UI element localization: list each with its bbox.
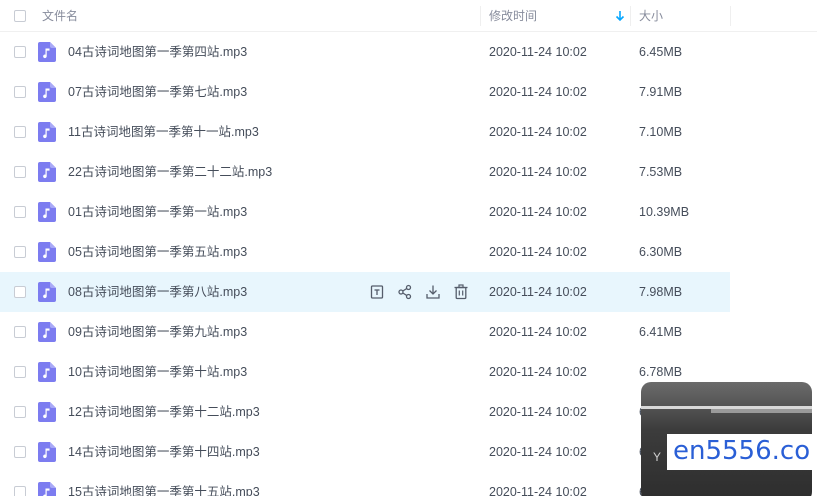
row-checkbox[interactable]: [14, 486, 26, 496]
file-modified-time: 2020-11-24 10:02: [489, 405, 587, 419]
music-file-icon: [38, 122, 56, 142]
file-row[interactable]: 09古诗词地图第一季第九站.mp3 2020-11-24 10:02 6.41M…: [0, 312, 730, 352]
watermark-overlay: Y en5556.com: [641, 382, 812, 496]
file-row[interactable]: 22古诗词地图第一季第二十二站.mp3 2020-11-24 10:02 7.5…: [0, 152, 730, 192]
file-name[interactable]: 22古诗词地图第一季第二十二站.mp3: [68, 152, 272, 192]
file-modified-time: 2020-11-24 10:02: [489, 445, 587, 459]
file-size: 7.53MB: [639, 165, 683, 179]
music-file-icon: [38, 482, 56, 496]
row-checkbox[interactable]: [14, 246, 26, 258]
select-all-checkbox[interactable]: [14, 10, 26, 22]
file-name[interactable]: 14古诗词地图第一季第十四站.mp3: [68, 432, 260, 472]
music-file-icon: [38, 162, 56, 182]
file-row[interactable]: 04古诗词地图第一季第四站.mp3 2020-11-24 10:02 6.45M…: [0, 32, 730, 72]
file-name[interactable]: 04古诗词地图第一季第四站.mp3: [68, 32, 247, 72]
file-size: 6.41MB: [639, 325, 683, 339]
music-file-icon: [38, 442, 56, 462]
file-size: 10.39MB: [639, 205, 690, 219]
arrow-down-icon[interactable]: [614, 10, 626, 22]
row-checkbox[interactable]: [14, 46, 26, 58]
column-divider[interactable]: [480, 6, 481, 26]
open-icon[interactable]: [368, 283, 386, 301]
file-row[interactable]: 14古诗词地图第一季第十四站.mp3 2020-11-24 10:02 6: [0, 432, 730, 472]
file-modified-time: 2020-11-24 10:02: [489, 285, 587, 299]
file-row[interactable]: 11古诗词地图第一季第十一站.mp3 2020-11-24 10:02 7.10…: [0, 112, 730, 152]
file-modified-time: 2020-11-24 10:02: [489, 365, 587, 379]
file-modified-time: 2020-11-24 10:02: [489, 125, 587, 139]
file-size: 6.45MB: [639, 45, 683, 59]
music-file-icon: [38, 242, 56, 262]
file-name[interactable]: 15古诗词地图第一季第十五站.mp3: [68, 472, 260, 496]
file-modified-time: 2020-11-24 10:02: [489, 205, 587, 219]
row-checkbox[interactable]: [14, 166, 26, 178]
column-header-size[interactable]: 大小: [639, 0, 663, 32]
file-modified-time: 2020-11-24 10:02: [489, 85, 587, 99]
watermark-text: en5556.com: [667, 434, 812, 470]
file-name[interactable]: 05古诗词地图第一季第五站.mp3: [68, 232, 247, 272]
row-checkbox[interactable]: [14, 126, 26, 138]
file-size: 7.91MB: [639, 85, 683, 99]
music-file-icon: [38, 82, 56, 102]
file-size: 7.98MB: [639, 285, 683, 299]
row-checkbox[interactable]: [14, 406, 26, 418]
column-divider[interactable]: [630, 6, 631, 26]
share-icon[interactable]: [396, 283, 414, 301]
file-name[interactable]: 08古诗词地图第一季第八站.mp3: [68, 272, 247, 312]
file-row[interactable]: 08古诗词地图第一季第八站.mp3 2020-11-24 10:02 7.98M…: [0, 272, 730, 312]
music-file-icon: [38, 402, 56, 422]
file-modified-time: 2020-11-24 10:02: [489, 485, 587, 496]
delete-icon[interactable]: [452, 283, 470, 301]
row-checkbox[interactable]: [14, 86, 26, 98]
column-divider[interactable]: [730, 6, 731, 26]
file-name[interactable]: 10古诗词地图第一季第十站.mp3: [68, 352, 247, 392]
file-list-header: 文件名 修改时间 大小: [0, 0, 817, 32]
row-checkbox[interactable]: [14, 366, 26, 378]
file-size: 6.30MB: [639, 245, 683, 259]
file-list: 文件名 修改时间 大小 04古诗词地图第一季第四站.mp3 2020-11-24…: [0, 0, 817, 496]
music-file-icon: [38, 202, 56, 222]
file-row[interactable]: 10古诗词地图第一季第十站.mp3 2020-11-24 10:02 6.78M…: [0, 352, 730, 392]
file-row[interactable]: 01古诗词地图第一季第一站.mp3 2020-11-24 10:02 10.39…: [0, 192, 730, 232]
row-checkbox[interactable]: [14, 286, 26, 298]
file-modified-time: 2020-11-24 10:02: [489, 325, 587, 339]
download-icon[interactable]: [424, 283, 442, 301]
music-file-icon: [38, 282, 56, 302]
row-checkbox[interactable]: [14, 206, 26, 218]
music-file-icon: [38, 362, 56, 382]
music-file-icon: [38, 322, 56, 342]
file-row[interactable]: 12古诗词地图第一季第十二站.mp3 2020-11-24 10:02 6: [0, 392, 730, 432]
file-row[interactable]: 07古诗词地图第一季第七站.mp3 2020-11-24 10:02 7.91M…: [0, 72, 730, 112]
column-header-time[interactable]: 修改时间: [489, 0, 537, 32]
music-file-icon: [38, 42, 56, 62]
watermark-ghost-text: Y: [653, 450, 662, 464]
file-modified-time: 2020-11-24 10:02: [489, 245, 587, 259]
file-row[interactable]: 05古诗词地图第一季第五站.mp3 2020-11-24 10:02 6.30M…: [0, 232, 730, 272]
watermark-bar: [711, 409, 812, 413]
file-name[interactable]: 11古诗词地图第一季第十一站.mp3: [68, 112, 259, 152]
row-checkbox[interactable]: [14, 446, 26, 458]
column-header-name[interactable]: 文件名: [42, 0, 78, 32]
file-modified-time: 2020-11-24 10:02: [489, 165, 587, 179]
row-checkbox[interactable]: [14, 326, 26, 338]
file-name[interactable]: 07古诗词地图第一季第七站.mp3: [68, 72, 247, 112]
file-name[interactable]: 09古诗词地图第一季第九站.mp3: [68, 312, 247, 352]
file-name[interactable]: 12古诗词地图第一季第十二站.mp3: [68, 392, 260, 432]
file-row[interactable]: 15古诗词地图第一季第十五站.mp3 2020-11-24 10:02 6.69…: [0, 472, 730, 496]
file-name[interactable]: 01古诗词地图第一季第一站.mp3: [68, 192, 247, 232]
file-size: 7.10MB: [639, 125, 683, 139]
file-modified-time: 2020-11-24 10:02: [489, 45, 587, 59]
